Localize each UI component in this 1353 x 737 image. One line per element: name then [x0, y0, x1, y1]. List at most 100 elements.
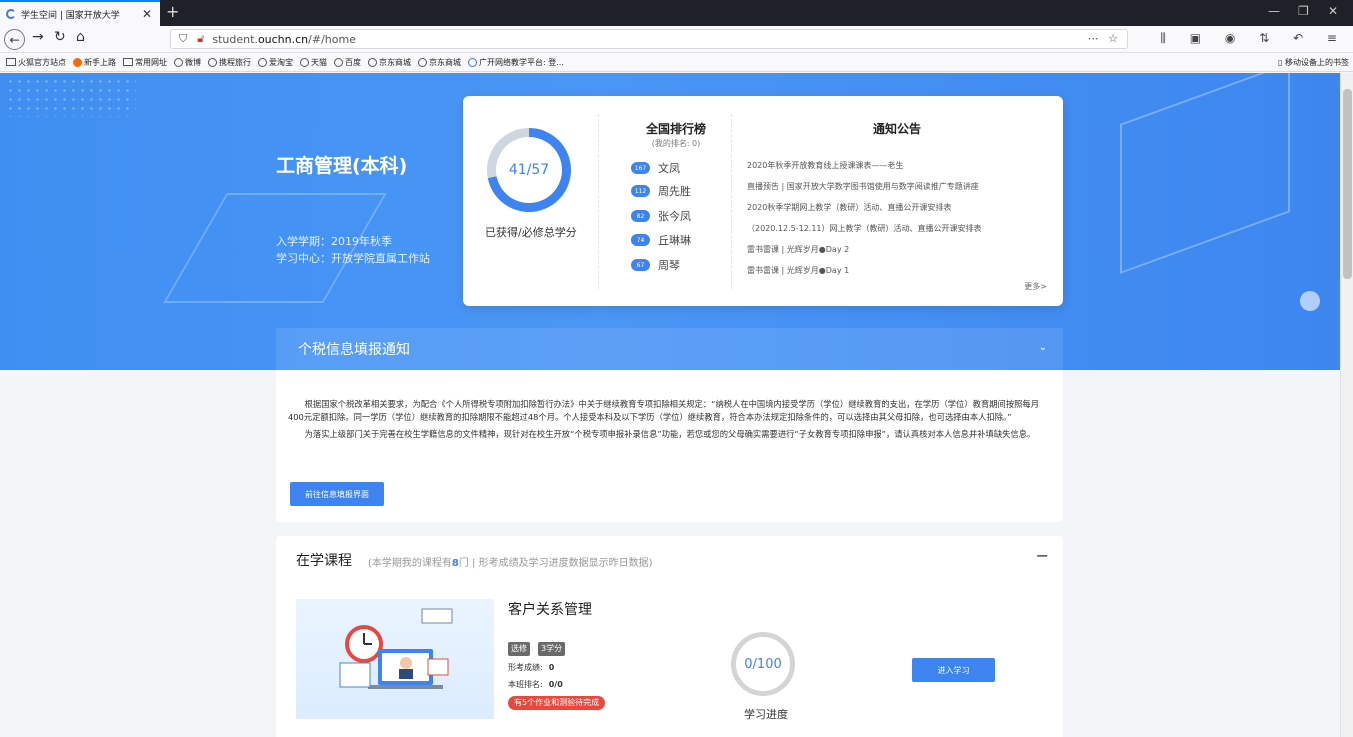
tab-bar: 学生空间 | 国家开放大学 ✕ + — ❐ ✕ [0, 0, 1353, 26]
credit-ring: 41/57 [487, 128, 571, 212]
tax-notice-title: 个税信息填报通知 [298, 342, 410, 358]
globe-icon [418, 57, 427, 67]
ranking-item: 74 丘琳琳 [631, 233, 691, 247]
rank-score-badge: 74 [631, 234, 650, 246]
chevron-down-icon[interactable]: ⌄ [1039, 342, 1047, 353]
ranking-title: 全国排行榜 [645, 122, 706, 136]
collapse-icon[interactable]: − [1036, 546, 1049, 565]
rank-name: 周琴 [658, 259, 680, 272]
course-score: 形考成绩: 0 [508, 663, 555, 672]
study-center: 学习中心：开放学院直属工作站 [276, 252, 430, 265]
tab-title: 学生空间 | 国家开放大学 [21, 10, 120, 21]
rank-score-badge: 112 [631, 185, 650, 197]
bookmark-item[interactable]: 微博 [174, 57, 201, 68]
rank-name: 文凤 [658, 162, 680, 175]
forward-icon[interactable]: → [32, 29, 44, 45]
rank-name: 周先胜 [658, 185, 691, 198]
notice-link[interactable]: 雷书雷课 | 光辉岁月●Day 2 [747, 244, 849, 255]
globe-icon [174, 57, 183, 67]
notice-link[interactable]: （2020.12.5-12.11）网上教学（教研）活动、直播公开课安排表 [747, 223, 982, 234]
close-tab-icon[interactable]: ✕ [142, 7, 152, 21]
bookmark-item[interactable]: 广开网络教学平台: 登... [468, 57, 564, 68]
new-tab-icon[interactable]: + [166, 2, 179, 21]
major-title: 工商管理(本科) [276, 155, 408, 177]
pending-tasks-badge[interactable]: 有5个作业和测验待完成 [508, 696, 606, 710]
notice-link[interactable]: 雷书雷课 | 光辉岁月●Day 1 [747, 265, 849, 276]
rank-score-badge: 67 [631, 259, 650, 271]
bookmark-item[interactable]: 火狐官方站点 [6, 57, 66, 68]
courses-subtitle: (本学期我的课程有8门 | 形考成绩及学习进度数据显示昨日数据) [368, 558, 653, 569]
ranking-item: 82 张今凤 [631, 209, 691, 223]
divider [598, 114, 599, 289]
bookmark-item[interactable]: 新手上路 [73, 57, 116, 68]
close-window-icon[interactable]: ✕ [1328, 4, 1338, 18]
isometric-decoration [1120, 73, 1290, 274]
course-thumbnail[interactable] [296, 599, 494, 719]
bookmark-item[interactable]: 百度 [334, 57, 361, 68]
course-credit-tag: 3学分 [538, 642, 566, 656]
tax-notice-header[interactable]: 个税信息填报通知 ⌄ [276, 328, 1063, 370]
summary-card: 41/57 已获得/必修总学分 全国排行榜 (我的排名: 0) 167 文凤 11… [463, 96, 1063, 306]
back-icon[interactable]: ← [4, 29, 25, 50]
course-count: 8 [451, 558, 459, 569]
notice-link[interactable]: 2020年秋季开放教育线上授课课表——老生 [747, 160, 903, 171]
course-rank: 本班排名: 0/0 [508, 680, 563, 689]
bookmark-item[interactable]: 常用网址 [123, 57, 167, 68]
rank-name: 丘琳琳 [658, 234, 691, 247]
divider [731, 114, 732, 289]
tax-paragraph: 根据国家个税改革相关要求，为配合《个人所得税专项附加扣除暂行办法》中关于继续教育… [288, 399, 1040, 422]
credit-label: 已获得/必修总学分 [485, 226, 577, 239]
bookmark-item[interactable]: 京东商城 [368, 57, 411, 68]
url-host: ouchn.cn [257, 32, 309, 46]
restore-icon[interactable]: ❐ [1298, 4, 1309, 18]
home-icon[interactable]: ⌂ [76, 29, 85, 45]
bookmark-item[interactable]: 天猫 [300, 57, 327, 68]
site-icon [468, 57, 477, 67]
rank-score-badge: 167 [631, 162, 650, 174]
insecure-lock-icon[interactable]: 🔓︎ [197, 32, 204, 46]
my-rank: (我的排名: 0) [651, 139, 701, 148]
more-link[interactable]: 更多> [1024, 281, 1047, 292]
dots-decoration [6, 77, 136, 117]
scrollbar-thumb[interactable] [1343, 89, 1352, 279]
course-type-tag: 选修 [508, 642, 530, 656]
rank-name: 张今凤 [658, 210, 691, 223]
courses-panel: 在学课程 (本学期我的课程有8门 | 形考成绩及学习进度数据显示昨日数据) − … [276, 536, 1063, 737]
reload-icon[interactable]: ↻ [54, 29, 66, 45]
page-content: 工商管理(本科) 入学学期：2019年秋季 学习中心：开放学院直属工作站 41/… [0, 73, 1340, 737]
progress-label: 学习进度 [744, 708, 788, 721]
url-bar[interactable]: ⛉ 🔓︎ student. ouchn.cn/#/home ⋯ ☆ [170, 29, 1128, 49]
notice-link[interactable]: 2020秋季学期网上教学（教研）活动、直播公开课安排表 [747, 202, 951, 213]
enter-study-button[interactable]: 进入学习 [912, 658, 995, 682]
mobile-bookmarks[interactable]: ▯ 移动设备上的书签 [1278, 57, 1349, 68]
course-illustration [339, 608, 453, 689]
bookmark-item[interactable]: 爱淘宝 [258, 57, 293, 68]
shield-icon[interactable]: ⛉ [179, 32, 187, 46]
tax-paragraph: 为落实上级部门关于完善在校生学籍信息的文件精神，现针对在校生开放“个税专项申报补… [304, 429, 1036, 439]
progress-ring: 0/100 [731, 632, 795, 696]
globe-icon [334, 57, 343, 67]
notices-title: 通知公告 [873, 122, 922, 136]
ranking-item: 167 文凤 [631, 161, 680, 175]
tax-form-button[interactable]: 前往信息填报界面 [290, 482, 384, 506]
notice-link[interactable]: 直播预告 | 国家开放大学数字图书馆使用与数字阅读推广专题讲座 [747, 181, 979, 192]
browser-tab[interactable]: 学生空间 | 国家开放大学 ✕ [0, 0, 160, 26]
toolbar-icons[interactable]: ⫼ ▣ ◉ ⇅ ↶ ≡ [1160, 31, 1347, 46]
credit-value: 41/57 [496, 137, 562, 203]
url-prefix: student. [212, 32, 258, 46]
page-actions-icon[interactable]: ⋯ ☆ [1088, 32, 1121, 45]
site-favicon-icon [6, 9, 16, 19]
bookmark-item[interactable]: 京东商城 [418, 57, 461, 68]
orb-decoration [1300, 291, 1320, 311]
globe-icon [300, 57, 309, 67]
courses-title: 在学课程 [296, 553, 352, 569]
ranking-item: 112 周先胜 [631, 184, 691, 198]
course-name[interactable]: 客户关系管理 [508, 599, 592, 619]
globe-icon [258, 57, 267, 67]
scrollbar[interactable] [1340, 73, 1353, 737]
firefox-icon [73, 57, 82, 67]
minimize-icon[interactable]: — [1268, 4, 1280, 18]
bookmark-item[interactable]: 携程旅行 [208, 57, 251, 68]
globe-icon [208, 57, 217, 67]
enrollment-term: 入学学期：2019年秋季 [276, 235, 392, 248]
